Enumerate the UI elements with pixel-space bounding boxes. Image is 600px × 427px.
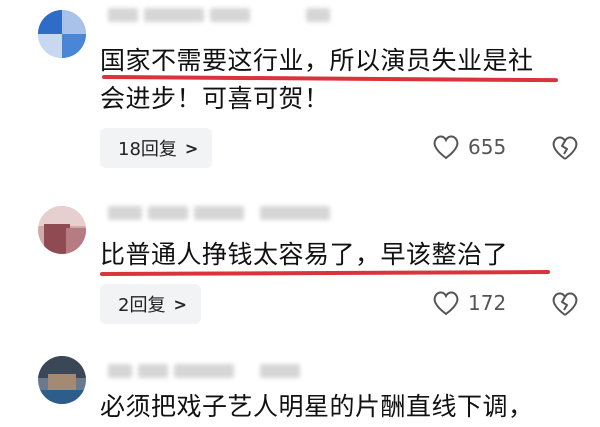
username[interactable]	[108, 362, 300, 380]
heart-outline-icon	[433, 291, 459, 316]
avatar[interactable]	[38, 356, 86, 404]
reply-count-button[interactable]: 2回复 >	[100, 284, 201, 324]
chevron-right-icon: >	[173, 294, 187, 314]
username[interactable]	[108, 6, 330, 24]
avatar[interactable]	[38, 206, 86, 254]
comment-text: 必须把戏子艺人明星的片酬直线下调，	[100, 392, 534, 421]
chevron-right-icon: >	[184, 138, 199, 158]
reply-count-button[interactable]: 18回复 >	[100, 128, 213, 168]
comment-text: 比普通人挣钱太容易了，早该整治了	[100, 240, 509, 269]
username[interactable]	[108, 204, 330, 222]
highlight-underline	[99, 270, 551, 276]
heart-outline-icon	[433, 135, 459, 160]
avatar[interactable]	[38, 10, 86, 58]
like-count: 172	[468, 291, 507, 315]
like-count: 655	[468, 135, 507, 159]
like-button[interactable]: 172	[432, 290, 506, 316]
broken-heart-icon[interactable]	[550, 288, 580, 318]
like-button[interactable]: 655	[432, 134, 506, 160]
broken-heart-icon[interactable]	[550, 132, 580, 162]
